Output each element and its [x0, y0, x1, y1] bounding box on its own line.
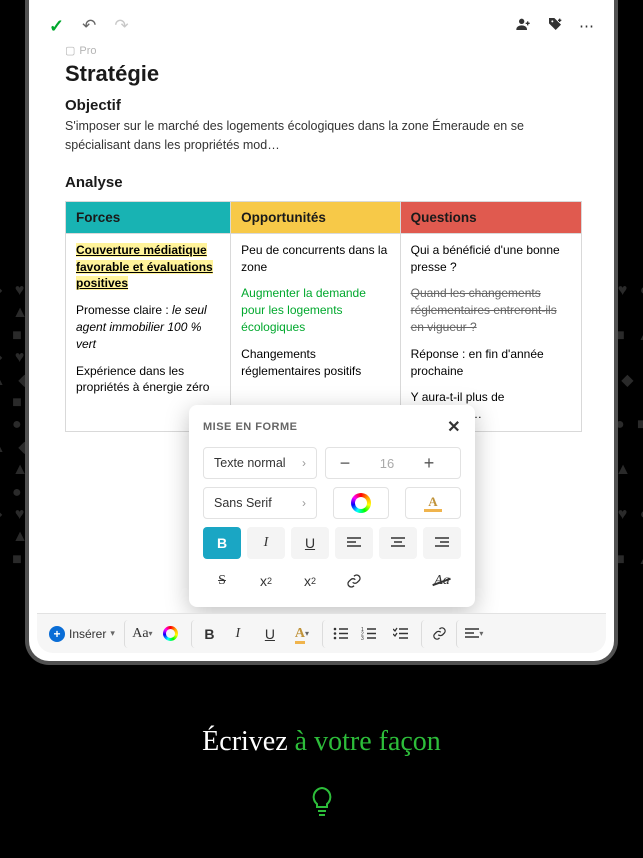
underline-button[interactable]: U [291, 527, 329, 559]
subscript-button[interactable]: x2 [291, 565, 329, 597]
lightbulb-icon [309, 786, 335, 818]
bold-button[interactable]: B [191, 620, 221, 648]
add-person-icon[interactable] [515, 16, 531, 36]
checklist-button[interactable] [386, 620, 416, 648]
document: ▢ Pro Stratégie Objectif S'imposer sur l… [37, 44, 606, 432]
numbered-list-button[interactable]: 123 [354, 620, 384, 648]
align-left-button[interactable] [335, 527, 373, 559]
top-toolbar: ✓ ↶ ↷ ⋯ [37, 8, 606, 44]
th-questions[interactable]: Questions [400, 201, 581, 233]
popover-title: MISE EN FORME [203, 421, 298, 433]
tablet-frame: ✓ ↶ ↷ ⋯ ▢ Pro Stratégie Objectif S'impos… [25, 0, 618, 665]
underline-button[interactable]: U [255, 620, 285, 648]
highlight-a-icon: A [424, 494, 442, 512]
more-icon[interactable]: ⋯ [579, 17, 594, 35]
plus-icon: + [49, 626, 65, 642]
highlight-color-button[interactable]: A [405, 487, 461, 519]
editor-toolbar: + Insérer▾ Aa▾ B I U A▾ 123 ▾ [37, 613, 606, 653]
cell-opportunities[interactable]: Peu de concurrents dans la zone Augmente… [231, 233, 400, 431]
color-ring-icon [351, 493, 371, 513]
screen: ✓ ↶ ↷ ⋯ ▢ Pro Stratégie Objectif S'impos… [37, 8, 606, 653]
chevron-right-icon: › [302, 496, 306, 510]
undo-icon[interactable]: ↶ [82, 16, 96, 36]
clear-format-button[interactable]: Aa [423, 565, 461, 597]
cell-questions[interactable]: Qui a bénéficié d'une bonne presse ? Qua… [400, 233, 581, 431]
align-center-button[interactable] [379, 527, 417, 559]
bullet-list-button[interactable] [322, 620, 352, 648]
objective-body[interactable]: S'imposer sur le marché des logements éc… [65, 117, 582, 156]
font-family-select[interactable]: Sans Serif › [203, 487, 317, 519]
italic-button[interactable]: I [247, 527, 285, 559]
heading-objective[interactable]: Objectif [65, 97, 582, 114]
strikethrough-button[interactable]: S [203, 565, 241, 597]
breadcrumb[interactable]: ▢ Pro [65, 44, 582, 57]
svg-text:3: 3 [361, 636, 364, 640]
text-color-button[interactable] [156, 620, 186, 648]
align-right-button[interactable] [423, 527, 461, 559]
format-tools: B I U S x2 x2 Aa [203, 527, 461, 597]
th-opportunities[interactable]: Opportunités [231, 201, 400, 233]
text-color-button[interactable] [333, 487, 389, 519]
cell-forces[interactable]: Couverture médiatique favorable et évalu… [66, 233, 231, 431]
bold-button[interactable]: B [203, 527, 241, 559]
insert-button[interactable]: + Insérer▾ [45, 626, 119, 642]
th-forces[interactable]: Forces [66, 201, 231, 233]
italic-button[interactable]: I [223, 620, 253, 648]
link-button[interactable] [421, 620, 451, 648]
link-button[interactable] [335, 565, 373, 597]
decrease-size-button[interactable]: − [326, 448, 364, 478]
page-title[interactable]: Stratégie [65, 61, 582, 87]
highlight-a-icon: A [295, 626, 305, 642]
chevron-right-icon: › [302, 456, 306, 470]
confirm-icon[interactable]: ✓ [49, 16, 64, 37]
redo-icon[interactable]: ↷ [114, 16, 128, 36]
hero-tagline: Écrivez à votre façon [0, 726, 643, 758]
highlight-button[interactable]: A▾ [287, 620, 317, 648]
format-popover: MISE EN FORME ✕ Texte normal › − 16 + Sa… [189, 405, 475, 607]
highlighted-text: Couverture médiatique favorable et évalu… [76, 243, 213, 291]
increase-size-button[interactable]: + [410, 448, 448, 478]
color-ring-icon [163, 626, 178, 641]
alignment-button[interactable]: ▾ [456, 620, 486, 648]
font-size-value: 16 [364, 456, 410, 471]
close-icon[interactable]: ✕ [447, 417, 461, 437]
superscript-button[interactable]: x2 [247, 565, 285, 597]
text-style-select[interactable]: Texte normal › [203, 447, 317, 479]
font-size-stepper: − 16 + [325, 447, 461, 479]
breadcrumb-text: Pro [79, 45, 96, 57]
text-style-button[interactable]: Aa▾ [124, 620, 154, 648]
add-tag-icon[interactable] [547, 16, 563, 36]
notebook-icon: ▢ [65, 44, 75, 57]
analysis-table[interactable]: Forces Opportunités Questions Couverture… [65, 201, 582, 432]
heading-analysis[interactable]: Analyse [65, 174, 582, 191]
